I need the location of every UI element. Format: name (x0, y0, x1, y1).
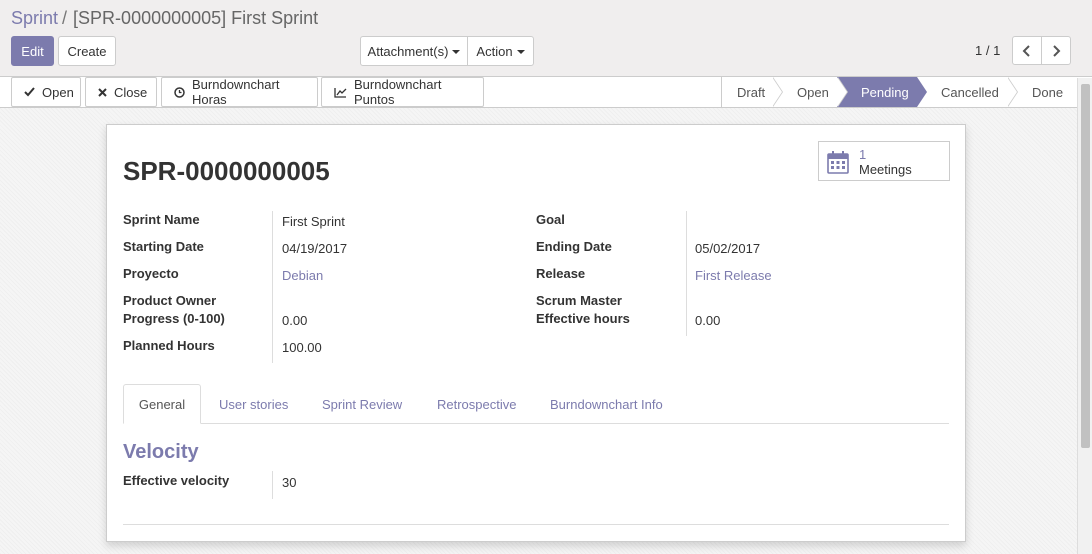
vertical-scrollbar[interactable] (1077, 78, 1092, 554)
open-button[interactable]: Open (11, 77, 81, 107)
velocity-section-title: Velocity (123, 441, 199, 463)
pager-value: 1 / 1 (975, 43, 1001, 58)
effective-hours-value: 0.00 (695, 313, 721, 328)
pager-next-button[interactable] (1041, 36, 1071, 65)
stage-cancelled[interactable]: Cancelled (917, 77, 1018, 107)
chevron-left-icon (1022, 44, 1030, 57)
planned-hours-value: 100.00 (282, 340, 322, 355)
action-dropdown[interactable]: Action (467, 36, 534, 66)
tab-general[interactable]: General (123, 384, 201, 424)
attachments-dropdown[interactable]: Attachment(s) (360, 36, 468, 66)
tab-sprint-review[interactable]: Sprint Review (322, 384, 402, 424)
goal-label: Goal (536, 212, 565, 227)
edit-button-label: Edit (21, 43, 44, 59)
calendar-icon (827, 150, 849, 177)
breadcrumb-separator: / (62, 8, 68, 28)
breadcrumb-current: [SPR-0000000005] First Sprint (73, 8, 319, 28)
attachments-label: Attachment(s) (367, 43, 449, 59)
caret-down-icon (516, 50, 525, 54)
meetings-label: Meetings (859, 162, 912, 177)
create-button[interactable]: Create (58, 36, 116, 66)
velocity-divider (272, 471, 273, 499)
effective-hours-label: Effective hours (536, 311, 630, 326)
stage-pending[interactable]: Pending (837, 77, 927, 107)
check-icon (24, 87, 35, 97)
tab-label: General (138, 396, 186, 412)
action-label: Action (476, 43, 513, 59)
record-title: SPR-0000000005 (123, 156, 330, 186)
stage-label: Draft (737, 84, 766, 100)
progress-label: Progress (0-100) (123, 311, 225, 326)
statusbar: Open Close Burndownchart Horas Burndownc… (0, 77, 1092, 108)
caret-down-icon (452, 50, 461, 54)
scrollbar-thumb[interactable] (1081, 84, 1090, 448)
open-button-label: Open (42, 84, 74, 100)
scrum-master-label: Scrum Master (536, 293, 622, 308)
burndownchart-puntos-label: Burndownchart Puntos (354, 77, 442, 107)
stage-bar: Draft Open Pending Cancelled Done (721, 77, 1079, 107)
create-button-label: Create (67, 43, 107, 59)
notebook-tabs: General User stories Sprint Review Retro… (123, 384, 949, 424)
tab-label: Burndownchart Info (550, 396, 663, 412)
release-label: Release (536, 266, 586, 281)
stage-label: Cancelled (941, 84, 999, 100)
line-chart-icon (334, 87, 347, 98)
meetings-smart-button[interactable]: 1 Meetings (818, 141, 950, 181)
effective-velocity-label: Effective velocity (123, 473, 230, 488)
chevron-right-icon (1053, 44, 1061, 57)
stage-draft[interactable]: Draft (722, 77, 783, 107)
close-icon (98, 87, 107, 97)
breadcrumb-sprint-link[interactable]: Sprint (11, 8, 58, 28)
progress-value: 0.00 (282, 313, 308, 328)
starting-date-value: 04/19/2017 (282, 241, 348, 256)
burndownchart-horas-label: Burndownchart Horas (192, 77, 280, 107)
edit-button[interactable]: Edit (11, 36, 54, 66)
stage-label: Pending (861, 84, 909, 100)
close-button[interactable]: Close (85, 77, 157, 107)
proyecto-link[interactable]: Debian (282, 268, 323, 283)
left-group-divider (272, 211, 273, 363)
tab-retrospective[interactable]: Retrospective (437, 384, 516, 424)
release-link[interactable]: First Release (695, 268, 772, 283)
section-separator (123, 524, 949, 525)
ending-date-value: 05/02/2017 (695, 241, 761, 256)
tab-user-stories[interactable]: User stories (219, 384, 288, 424)
clock-icon (174, 86, 185, 98)
product-owner-label: Product Owner (123, 293, 217, 308)
sprint-name-label: Sprint Name (123, 212, 200, 227)
burndownchart-horas-button[interactable]: Burndownchart Horas (161, 77, 318, 107)
planned-hours-label: Planned Hours (123, 338, 215, 353)
starting-date-label: Starting Date (123, 239, 204, 254)
ending-date-label: Ending Date (536, 239, 612, 254)
pager-previous-button[interactable] (1012, 36, 1042, 65)
tab-label: Sprint Review (322, 396, 403, 412)
stage-label: Done (1032, 84, 1064, 100)
meetings-count: 1 (859, 147, 867, 162)
tab-label: User stories (219, 396, 289, 412)
close-button-label: Close (114, 84, 148, 100)
right-group-divider (686, 211, 687, 336)
stage-label: Open (797, 84, 829, 100)
sprint-name-value: First Sprint (282, 214, 345, 229)
burndownchart-puntos-button[interactable]: Burndownchart Puntos (321, 77, 484, 107)
control-panel: Sprint / [SPR-0000000005] First Sprint Edi… (0, 0, 1092, 77)
breadcrumb: Sprint / [SPR-0000000005] First Sprint (11, 8, 318, 29)
tab-label: Retrospective (437, 396, 517, 412)
proyecto-label: Proyecto (123, 266, 179, 281)
tab-burndownchart-info[interactable]: Burndownchart Info (550, 384, 663, 424)
effective-velocity-value: 30 (282, 475, 297, 490)
